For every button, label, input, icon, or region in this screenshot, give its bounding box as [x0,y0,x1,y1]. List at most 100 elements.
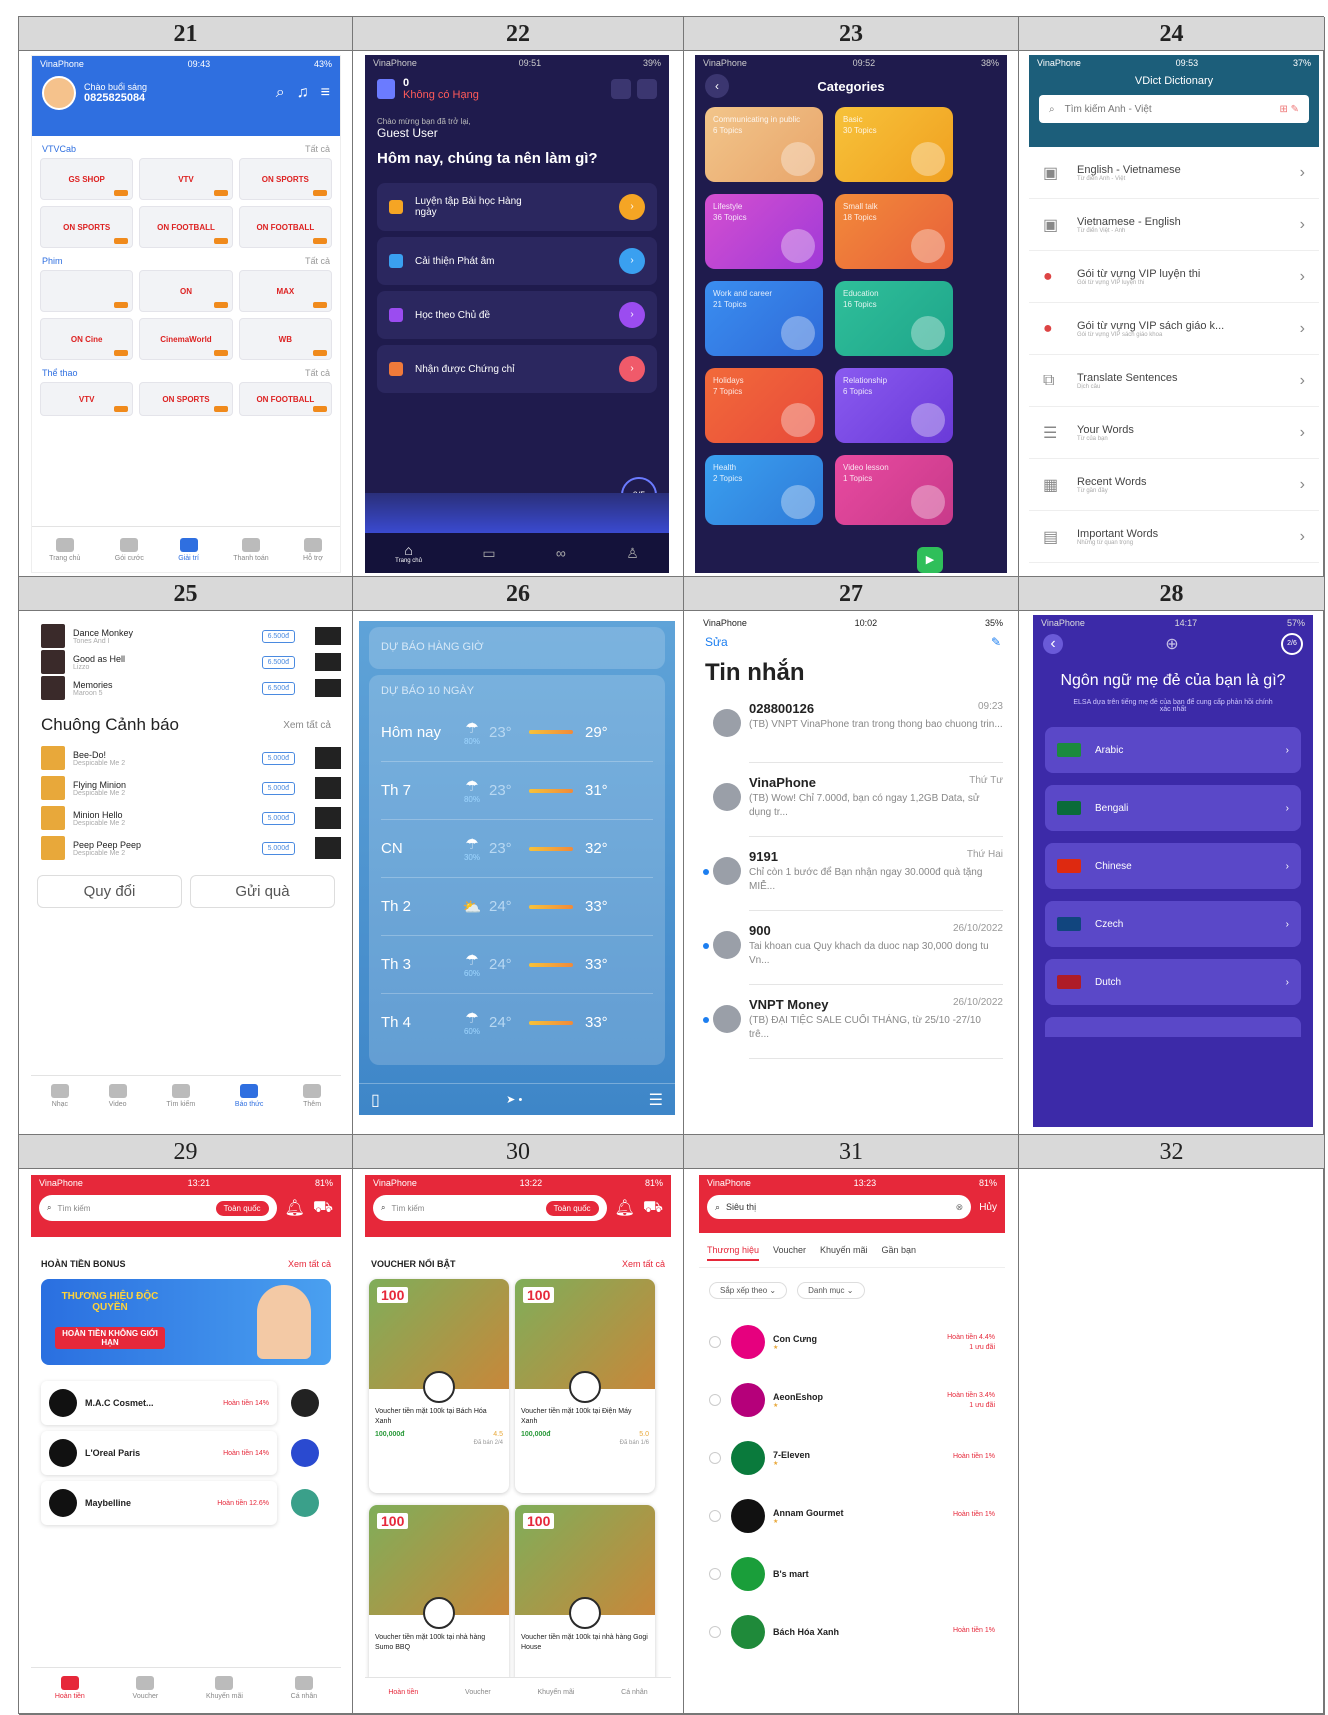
channel-tile[interactable]: ON Cine [40,318,134,360]
language-option[interactable]: Dutch › [1045,959,1301,1005]
song-row[interactable]: Memories Maroon 5 6.500đ [31,675,341,701]
menu-item[interactable]: ⧉ Translate Sentences Dịch câu › [1029,355,1319,407]
tab-0[interactable]: Trang chủ [49,537,80,562]
settings-icon[interactable] [611,79,631,99]
category-card[interactable]: Education 16 Topics [835,281,953,356]
price-button[interactable]: 5.000đ [261,811,295,825]
song-row[interactable]: Bee-Do! Despicable Me 2 5.000đ [31,743,341,773]
tab-2[interactable]: Khuyến mãi [537,1689,574,1696]
channel-tile[interactable]: ON FOOTBALL [238,382,332,416]
search-icon[interactable]: ⌕ [276,84,285,102]
store-row[interactable]: 7-Eleven ★ Hoàn tiền 1% [699,1429,1005,1487]
activity-item[interactable]: Nhận được Chứng chỉ › [377,345,657,393]
sort-dropdown[interactable]: Sắp xếp theo ⌄ [709,1282,788,1299]
menu-item[interactable]: ● Gói từ vựng VIP sách giáo k... Gói từ vự… [1029,303,1319,355]
menu-item[interactable]: ☰ Your Words Từ của bạn › [1029,407,1319,459]
heart-icon[interactable] [709,1626,721,1638]
channel-tile[interactable]: MAX [238,270,332,312]
search-input[interactable]: Tìm kiếm [57,1204,90,1213]
tab-4[interactable]: Hỗ trợ [303,537,323,562]
tab-3[interactable]: Gần bạn [882,1245,917,1261]
menu-icon[interactable]: ≡ [321,84,330,102]
heart-icon[interactable] [709,1336,721,1348]
activity-item[interactable]: Cải thiện Phát âm › [377,237,657,285]
category-card[interactable]: Communicating in public 6 Topics [705,107,823,182]
channel-tile[interactable]: ON SPORTS [238,158,332,200]
store-row[interactable]: Bách Hóa Xanh Hoàn tiền 1% [699,1603,1005,1661]
bell-icon[interactable]: ♫ [297,84,309,102]
exchange-button[interactable]: Quy đổi [37,875,182,908]
edit-button[interactable]: Sửa [705,635,728,649]
user-icon[interactable]: ♙ [626,545,639,562]
price-button[interactable]: 6.500đ [261,655,295,669]
voucher-card[interactable]: 100 Voucher tiền mặt 100k tại Điện Máy Xa… [515,1279,655,1493]
tab-1[interactable]: Voucher [133,1675,158,1700]
tab-0[interactable]: Thương hiệu [707,1245,759,1261]
phone-number[interactable]: 0825825084 [84,92,147,104]
activity-item[interactable]: Luyện tập Bài học Hàng ngày › [377,183,657,231]
bell-icon[interactable]: 🔔︎ [285,1198,305,1218]
tab-3[interactable]: Báo thức [235,1083,263,1108]
back-icon[interactable]: ‹ [705,74,729,98]
see-all-link[interactable]: Xem tất cả [622,1259,665,1269]
heart-icon[interactable] [709,1452,721,1464]
song-row[interactable]: Dance Monkey Tones And I 6.500đ [31,623,341,649]
profile-icon[interactable] [637,79,657,99]
category-dropdown[interactable]: Danh mục ⌄ [797,1282,865,1299]
voucher-card[interactable]: 100 Voucher tiền mặt 100k tại nhà hàng Su… [369,1505,509,1685]
voucher-card[interactable]: 100 Voucher tiền mặt 100k tại nhà hàng Go… [515,1505,655,1685]
tab-4[interactable]: Thêm [303,1083,322,1108]
tab-3[interactable]: Cá nhân [291,1675,317,1700]
channel-tile[interactable]: ON SPORTS [40,206,134,248]
message-thread[interactable]: VinaPhone Thứ Tư (TB) Wow! Chỉ 7.000đ, bạn… [695,767,1011,841]
song-row[interactable]: Flying Minion Despicable Me 2 5.000đ [31,773,341,803]
bell-icon[interactable]: 🔔︎ [615,1198,635,1218]
location-icon[interactable]: ➤ • [506,1093,522,1106]
gift-button[interactable]: Gửi quà [190,875,335,908]
price-button[interactable]: 6.500đ [261,681,295,695]
tab-2[interactable]: Khuyến mãi [820,1245,868,1261]
search-input[interactable]: Siêu thị [726,1202,756,1212]
language-option[interactable]: Bengali › [1045,785,1301,831]
channel-tile[interactable]: VTV [139,158,233,200]
category-card[interactable]: Health 2 Topics [705,455,823,525]
price-button[interactable]: 6.500đ [261,629,295,643]
voucher-card[interactable]: 100 Voucher tiền mặt 100k tại Bách Hóa Xa… [369,1279,509,1493]
back-icon[interactable]: ‹ [1043,634,1063,654]
tab-2[interactable]: Khuyến mãi [206,1675,243,1700]
message-thread[interactable]: VNPT Money 26/10/2022 (TB) ĐẠI TIỆC SALE C… [695,989,1011,1063]
category-card[interactable]: Lifestyle 36 Topics [705,194,823,269]
search-input[interactable]: Tìm kiếm Anh - Việt [1065,104,1152,115]
message-thread[interactable]: 900 26/10/2022 Tai khoan cua Quy khach da … [695,915,1011,989]
price-button[interactable]: 5.000đ [261,751,295,765]
tab-3[interactable]: Thanh toán [233,537,269,562]
tab-1[interactable]: Video [108,1083,127,1108]
category-card[interactable]: Video lesson 1 Topics [835,455,953,525]
region-selector[interactable]: Toàn quốc [215,1200,269,1216]
see-all-link[interactable]: Tất cả [305,368,330,378]
category-card[interactable]: Work and career 21 Topics [705,281,823,356]
category-card[interactable]: Basic 30 Topics [835,107,953,182]
cart-icon[interactable]: ⛟ [313,1198,333,1218]
category-card[interactable]: Relationship 6 Topics [835,368,953,443]
store-row[interactable]: AeonEshop ★ Hoàn tiền 3.4% 1 ưu đãi [699,1371,1005,1429]
channel-tile[interactable]: ON FOOTBALL [238,206,332,248]
store-row[interactable]: Annam Gourmet ★ Hoàn tiền 1% [699,1487,1005,1545]
heart-icon[interactable] [709,1568,721,1580]
channel-tile[interactable]: ON [139,270,233,312]
tab-0[interactable]: Hoàn tiền [55,1675,85,1700]
message-thread[interactable]: 028800126 09:23 (TB) VNPT VinaPhone tran t… [695,693,1011,767]
tab-1[interactable]: Gói cước [115,537,144,562]
tab-1[interactable]: Voucher [773,1245,806,1261]
channel-tile[interactable]: ON SPORTS [139,382,233,416]
menu-item[interactable]: ▣ Vietnamese - English Từ điển Việt - Anh › [1029,199,1319,251]
store-row[interactable]: Con Cưng ★ Hoàn tiền 4.4% 1 ưu đãi [699,1313,1005,1371]
tab-3[interactable]: Cá nhân [621,1689,647,1696]
compose-icon[interactable]: ✎ [991,635,1001,649]
tab-0[interactable]: Nhạc [50,1083,69,1108]
tab-2[interactable]: Tìm kiếm [166,1083,195,1108]
channel-tile[interactable]: WB [238,318,332,360]
menu-item[interactable]: ▦ Recent Words Từ gần đây › [1029,459,1319,511]
category-card[interactable]: Small talk 18 Topics [835,194,953,269]
see-all-link[interactable]: Tất cả [305,256,330,266]
